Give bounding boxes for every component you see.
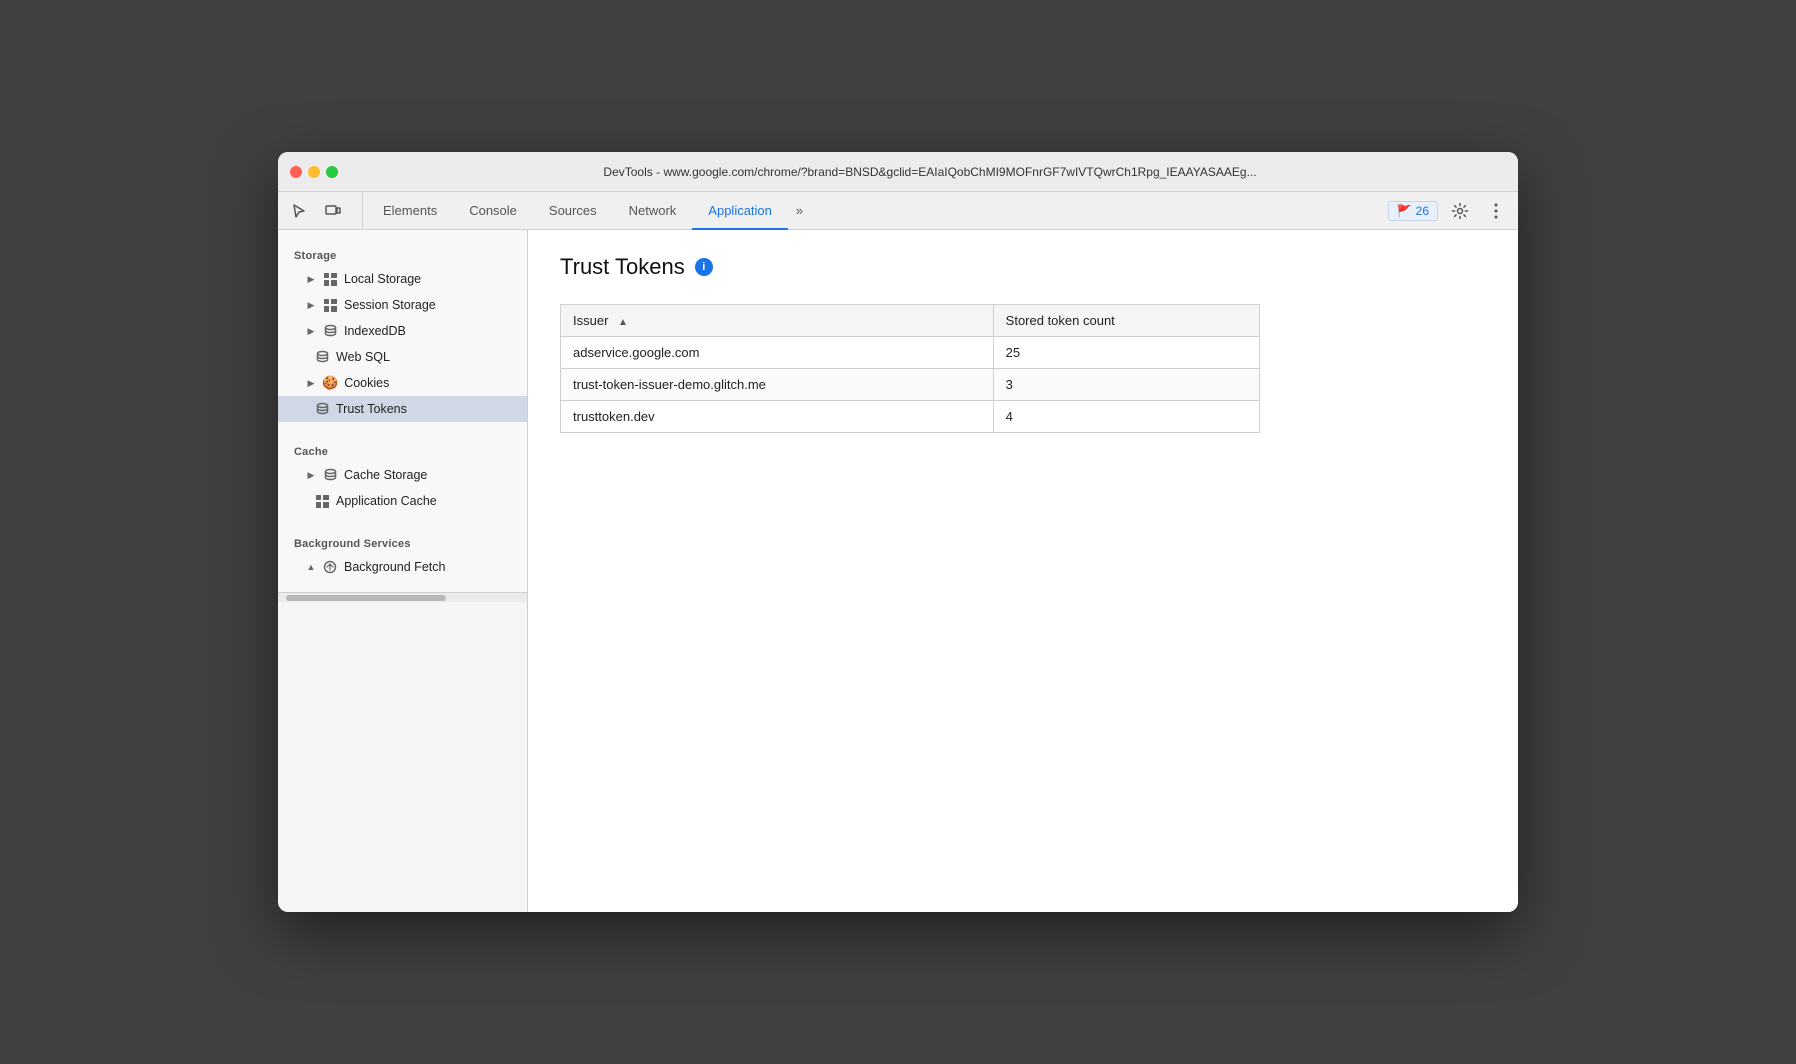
panel-title-row: Trust Tokens i (560, 254, 1486, 280)
background-section: Background Services ▲ Background Fetch (278, 530, 527, 580)
token-count-cell: 25 (993, 337, 1259, 369)
sidebar-item-indexeddb[interactable]: ▶ IndexedDB (278, 318, 527, 344)
indexeddb-icon (322, 323, 338, 339)
window-title: DevTools - www.google.com/chrome/?brand=… (354, 165, 1506, 179)
tab-bar: Elements Console Sources Network Applica… (278, 192, 1518, 230)
col-token-count-header[interactable]: Stored token count (993, 305, 1259, 337)
flag-icon: 🚩 (1397, 204, 1412, 218)
web-sql-icon (314, 349, 330, 365)
issuer-cell: trusttoken.dev (561, 401, 994, 433)
minimize-button[interactable] (308, 166, 320, 178)
title-bar: DevTools - www.google.com/chrome/?brand=… (278, 152, 1518, 192)
panel-title: Trust Tokens (560, 254, 685, 280)
cache-storage-icon (322, 467, 338, 483)
main-content: Storage ▶ Local Storage ▶ Session Storag… (278, 230, 1518, 912)
sidebar-scrollbar[interactable] (278, 592, 527, 602)
tab-network[interactable]: Network (613, 193, 693, 230)
table-row: trusttoken.dev4 (561, 401, 1260, 433)
tab-bar-icons (286, 192, 363, 229)
token-count-cell: 4 (993, 401, 1259, 433)
maximize-button[interactable] (326, 166, 338, 178)
issues-badge-button[interactable]: 🚩 26 (1388, 201, 1438, 221)
token-count-cell: 3 (993, 369, 1259, 401)
sidebar-item-local-storage[interactable]: ▶ Local Storage (278, 266, 527, 292)
traffic-lights (290, 166, 338, 178)
tab-sources[interactable]: Sources (533, 193, 613, 230)
sidebar-item-web-sql[interactable]: Web SQL (278, 344, 527, 370)
sidebar-item-cookies[interactable]: ▶ 🍪 Cookies (278, 370, 527, 396)
table-row: adservice.google.com25 (561, 337, 1260, 369)
more-options-button[interactable] (1482, 197, 1510, 225)
expand-arrow-icon: ▶ (306, 378, 316, 388)
trust-tokens-icon (314, 401, 330, 417)
background-fetch-icon (322, 559, 338, 575)
table-row: trust-token-issuer-demo.glitch.me3 (561, 369, 1260, 401)
col-issuer-header[interactable]: Issuer ▲ (561, 305, 994, 337)
tab-console[interactable]: Console (453, 193, 533, 230)
sidebar: Storage ▶ Local Storage ▶ Session Storag… (278, 230, 528, 592)
issuer-cell: adservice.google.com (561, 337, 994, 369)
cache-section-label: Cache (278, 438, 527, 462)
expand-arrow-icon: ▶ (306, 274, 316, 284)
devtools-window: DevTools - www.google.com/chrome/?brand=… (278, 152, 1518, 912)
sidebar-item-session-storage[interactable]: ▶ Session Storage (278, 292, 527, 318)
sidebar-item-background-fetch[interactable]: ▲ Background Fetch (278, 554, 527, 580)
expand-arrow-icon: ▶ (306, 300, 316, 310)
background-section-label: Background Services (278, 530, 527, 554)
storage-section-label: Storage (278, 242, 527, 266)
settings-button[interactable] (1446, 197, 1474, 225)
trust-tokens-table: Issuer ▲ Stored token count adservice.go… (560, 304, 1260, 433)
application-cache-icon (314, 493, 330, 509)
close-button[interactable] (290, 166, 302, 178)
cookies-icon: 🍪 (322, 375, 338, 391)
device-toggle-icon[interactable] (320, 198, 346, 224)
expand-arrow-icon: ▶ (306, 470, 316, 480)
tab-more-button[interactable]: » (788, 192, 811, 229)
sidebar-container: Storage ▶ Local Storage ▶ Session Storag… (278, 230, 528, 912)
sort-arrow-icon: ▲ (618, 317, 628, 328)
cache-section: Cache ▶ Cache Storage (278, 438, 527, 514)
tab-elements[interactable]: Elements (367, 193, 453, 230)
tab-application[interactable]: Application (692, 193, 788, 230)
sidebar-item-application-cache[interactable]: Application Cache (278, 488, 527, 514)
session-storage-icon (322, 297, 338, 313)
main-panel: Trust Tokens i Issuer ▲ Stored token cou… (528, 230, 1518, 912)
local-storage-icon (322, 271, 338, 287)
expand-arrow-icon: ▶ (306, 326, 316, 336)
tab-bar-right: 🚩 26 (1388, 192, 1510, 229)
cursor-icon[interactable] (286, 198, 312, 224)
sidebar-scroll-thumb (286, 595, 446, 601)
sidebar-item-trust-tokens[interactable]: Trust Tokens (278, 396, 527, 422)
issuer-cell: trust-token-issuer-demo.glitch.me (561, 369, 994, 401)
expand-arrow-icon: ▲ (306, 562, 316, 572)
info-icon[interactable]: i (695, 258, 713, 276)
sidebar-item-cache-storage[interactable]: ▶ Cache Storage (278, 462, 527, 488)
